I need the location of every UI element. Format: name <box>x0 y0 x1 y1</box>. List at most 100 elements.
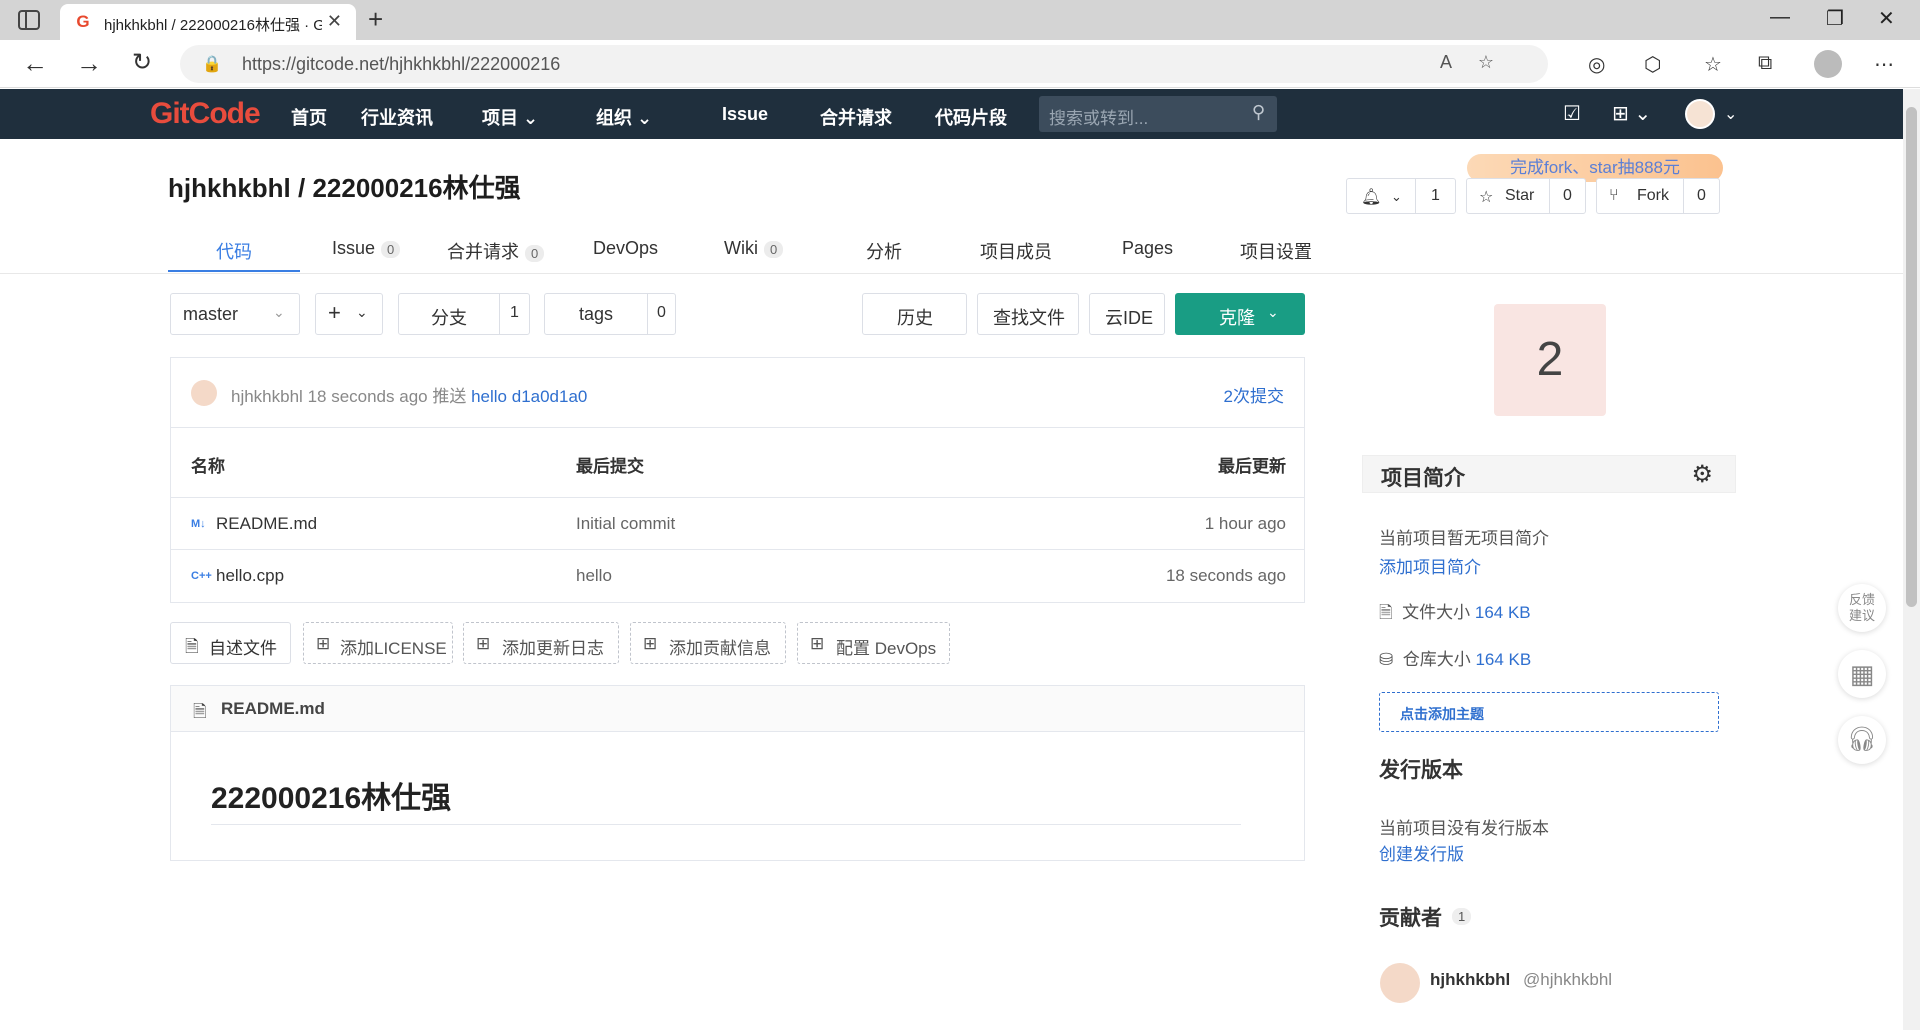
tracking-icon[interactable]: ◎ <box>1588 52 1605 77</box>
commit-sha[interactable]: d1a0d1a0 <box>512 387 588 406</box>
plus-square-icon: ⊞ <box>643 634 658 653</box>
create-release-link[interactable]: 创建发行版 <box>1379 840 1464 865</box>
maximize-icon[interactable]: ❐ <box>1826 6 1844 31</box>
file-size-label: 文件大小 <box>1402 603 1471 622</box>
back-icon[interactable]: ← <box>22 48 48 78</box>
intro-title: 项目简介 <box>1381 467 1465 490</box>
avatar[interactable] <box>191 380 217 406</box>
project-title[interactable]: hjhkhkbhl / 222000216林仕强 <box>168 168 521 205</box>
user-avatar[interactable] <box>1685 99 1715 129</box>
project-avatar: 2 <box>1494 304 1606 416</box>
avatar[interactable] <box>1380 963 1420 1003</box>
tab-members[interactable]: 项目成员 <box>980 238 1052 264</box>
tab-settings[interactable]: 项目设置 <box>1240 238 1312 264</box>
todo-icon[interactable]: ☑ <box>1563 101 1581 126</box>
nav-issue[interactable]: Issue <box>722 104 768 125</box>
commit-count-link[interactable]: 2次提交 <box>1224 382 1284 407</box>
window-close-icon[interactable]: ✕ <box>1878 6 1895 31</box>
refresh-icon[interactable]: ↻ <box>132 48 152 78</box>
search-input[interactable]: 搜索或转到... ⚲ <box>1039 96 1277 132</box>
scrollbar[interactable] <box>1903 89 1920 1030</box>
tab-issue[interactable]: Issue 0 <box>332 238 401 259</box>
create-plus-icon[interactable]: ⊞ ⌄ <box>1612 101 1651 126</box>
table-row[interactable]: M↓ README.md Initial commit 1 hour ago <box>171 498 1304 550</box>
add-intro-link[interactable]: 添加项目简介 <box>1379 553 1481 578</box>
more-menu-icon[interactable]: ⋯ <box>1874 52 1894 77</box>
add-changelog-button[interactable]: ⊞ 添加更新日志 <box>463 622 619 664</box>
readme-filename[interactable]: README.md <box>221 699 325 719</box>
commit-author[interactable]: hjhkhkbhl <box>231 387 303 406</box>
add-file-button[interactable]: + ⌄ <box>315 293 383 335</box>
add-contributing-button[interactable]: ⊞ 添加贡献信息 <box>630 622 786 664</box>
new-tab-icon[interactable]: + <box>368 4 383 35</box>
nav-orgs[interactable]: 组织 ⌄ <box>596 104 652 130</box>
file-name[interactable]: README.md <box>216 514 317 534</box>
url-field[interactable]: 🔒 https://gitcode.net/hjhkhkbhl/22200021… <box>180 45 1548 83</box>
tab-close-icon[interactable]: ✕ <box>327 11 342 32</box>
tab-pages[interactable]: Pages <box>1122 238 1173 259</box>
contributor-name[interactable]: hjhkhkbhl <box>1430 970 1510 990</box>
forward-icon[interactable]: → <box>76 48 102 78</box>
nav-home[interactable]: 首页 <box>291 104 327 130</box>
file-last-commit[interactable]: Initial commit <box>576 514 675 534</box>
watch-button[interactable]: 🔔︎ ⌄ 1 <box>1346 178 1456 214</box>
tab-merge-requests[interactable]: 合并请求 0 <box>447 238 545 264</box>
file-size-value: 164 KB <box>1474 603 1531 622</box>
extensions-icon[interactable]: ⬡ <box>1644 52 1661 77</box>
browser-tabstrip: G hjhkhkbhl / 222000216林仕强 · G ✕ + — ❐ ✕ <box>0 0 1920 40</box>
star-icon: ☆ <box>1479 189 1494 206</box>
favorites-icon[interactable]: ☆ <box>1704 52 1722 77</box>
gear-icon[interactable]: ⚙ <box>1691 460 1713 489</box>
branches-button[interactable]: 分支 1 <box>398 293 530 335</box>
star-label: Star <box>1505 187 1535 204</box>
qrcode-icon[interactable]: ▦ <box>1838 650 1886 698</box>
nav-snippets[interactable]: 代码片段 <box>935 104 1007 130</box>
star-button[interactable]: ☆ Star 0 <box>1466 178 1586 214</box>
tab-code[interactable]: 代码 <box>216 238 252 264</box>
release-title: 发行版本 <box>1379 759 1463 782</box>
tags-button[interactable]: tags 0 <box>544 293 676 335</box>
read-aloud-icon[interactable]: A <box>1440 52 1452 73</box>
fork-button[interactable]: ⑂ Fork 0 <box>1596 178 1720 214</box>
browser-tab[interactable]: G hjhkhkbhl / 222000216林仕强 · G ✕ <box>60 4 356 40</box>
headset-icon[interactable]: 🎧︎ <box>1838 716 1886 764</box>
nav-projects[interactable]: 项目 ⌄ <box>482 104 538 130</box>
add-topic-button[interactable]: 点击添加主题 <box>1379 692 1719 732</box>
intro-empty-text: 当前项目暂无项目简介 <box>1379 529 1549 548</box>
gitcode-logo[interactable]: GitCode <box>150 97 261 131</box>
contributors-count: 1 <box>1452 908 1472 925</box>
chevron-down-icon: ⌄ <box>1267 304 1279 320</box>
tab-wiki[interactable]: Wiki 0 <box>724 238 784 259</box>
col-name: 名称 <box>191 457 225 476</box>
cloud-ide-button[interactable]: 云IDE <box>1089 293 1165 335</box>
favorite-star-icon[interactable]: ☆ <box>1478 52 1494 73</box>
readme-button[interactable]: 🗎 自述文件 <box>170 622 291 664</box>
clone-button[interactable]: 克隆 ⌄ <box>1175 293 1305 335</box>
commit-message[interactable]: hello <box>471 387 507 406</box>
minimize-icon[interactable]: — <box>1770 6 1790 29</box>
feedback-button[interactable]: 反馈建议 <box>1838 584 1886 632</box>
tab-analysis[interactable]: 分析 <box>866 238 902 264</box>
chevron-down-icon: ⌄ <box>273 304 285 320</box>
tab-devops[interactable]: DevOps <box>593 238 658 259</box>
table-row[interactable]: C++ hello.cpp hello 18 seconds ago <box>171 550 1304 602</box>
tab-title: hjhkhkbhl / 222000216林仕强 · G <box>104 17 322 34</box>
branch-select[interactable]: master ⌄ <box>170 293 300 335</box>
address-bar: ← → ↻ 🔒 https://gitcode.net/hjhkhkbhl/22… <box>0 40 1920 88</box>
file-last-commit[interactable]: hello <box>576 566 612 586</box>
add-license-button[interactable]: ⊞ 添加LICENSE <box>303 622 453 664</box>
browser-profile-avatar[interactable] <box>1814 50 1842 78</box>
nav-news[interactable]: 行业资讯 <box>361 104 433 130</box>
chevron-down-icon[interactable]: ⌄ <box>1724 104 1737 124</box>
find-file-button[interactable]: 查找文件 <box>977 293 1079 335</box>
tab-issue-count: 0 <box>381 241 401 258</box>
nav-merge-requests[interactable]: 合并请求 <box>820 104 892 130</box>
scrollbar-thumb[interactable] <box>1906 107 1917 607</box>
collections-icon[interactable]: ⧉ <box>1758 52 1772 75</box>
commit-time: 18 seconds ago <box>307 387 428 406</box>
readme-heading: 222000216林仕强 <box>211 782 452 815</box>
history-button[interactable]: 历史 <box>862 293 967 335</box>
sidebar-toggle-icon[interactable] <box>18 10 40 30</box>
configure-devops-button[interactable]: ⊞ 配置 DevOps <box>797 622 950 664</box>
file-name[interactable]: hello.cpp <box>216 566 284 586</box>
